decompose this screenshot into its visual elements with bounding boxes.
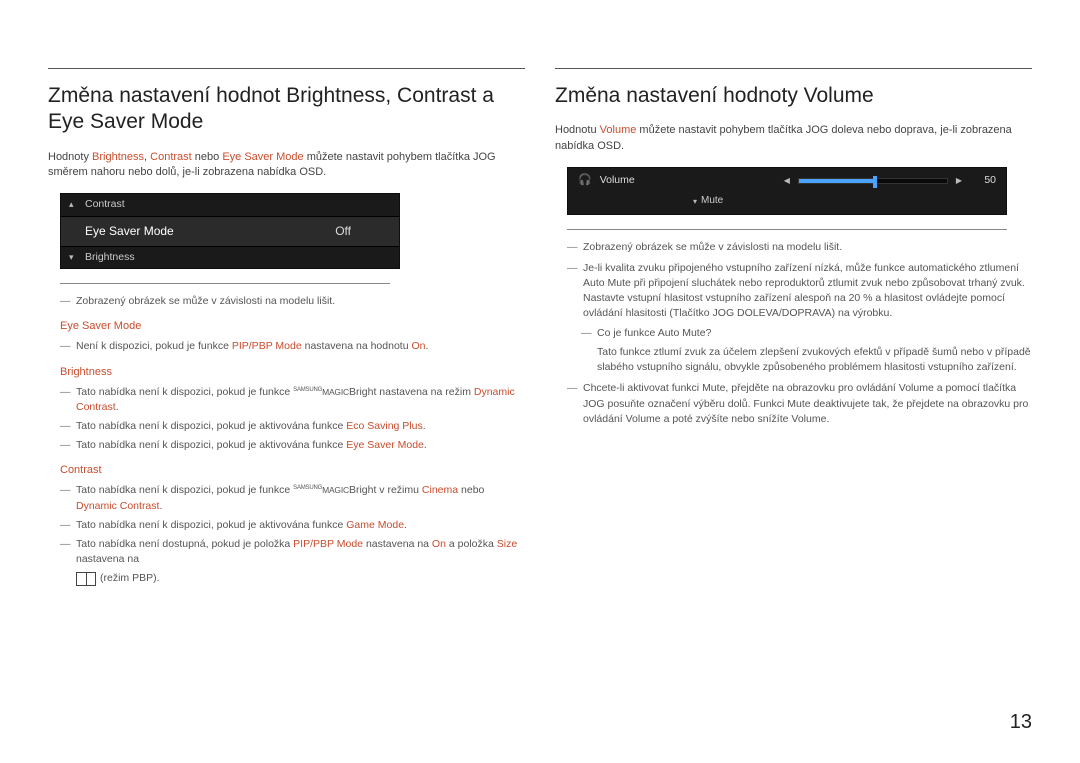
osd-label: Eye Saver Mode (85, 223, 335, 240)
intro-paragraph: Hodnoty Brightness, Contrast nebo Eye Sa… (48, 150, 525, 182)
headphones-icon: 🎧 (578, 173, 592, 189)
osd-volume-box: 🎧 Volume ◀ ▶ 50 ▾ Mute (567, 167, 1007, 214)
section-title-left: Změna nastavení hodnot Brightness, Contr… (48, 83, 525, 136)
triangle-down-icon: ▾ (693, 196, 697, 208)
left-column: Změna nastavení hodnot Brightness, Contr… (48, 18, 525, 587)
bullet-item: Je-li kvalita zvuku připojeného vstupníh… (555, 261, 1032, 322)
subhead-eyesaver: Eye Saver Mode (60, 319, 525, 335)
mute-row: ▾ Mute (568, 194, 1006, 214)
chevron-down-icon: ▾ (69, 251, 85, 264)
osd-preview-box: ▴ Contrast Eye Saver Mode Off ▾ Brightne… (60, 193, 400, 269)
right-column: Změna nastavení hodnoty Volume Hodnotu V… (555, 18, 1032, 587)
osd-value: Off (335, 223, 351, 240)
divider (555, 68, 1032, 69)
pbp-icon (76, 572, 96, 586)
pbp-label: (režim PBP). (100, 571, 160, 586)
bullet-item: Není k dispozici, pokud je funkce PIP/PB… (48, 339, 525, 354)
page-number: 13 (1010, 708, 1032, 737)
triangle-right-icon: ▶ (956, 175, 962, 187)
chevron-up-icon: ▴ (69, 198, 85, 211)
osd-label: Contrast (85, 197, 391, 212)
subhead-contrast: Contrast (60, 463, 525, 479)
divider (48, 68, 525, 69)
volume-value: 50 (970, 173, 996, 188)
bullet-item: Tato nabídka není k dispozici, pokud je … (48, 518, 525, 533)
bullet-item: Chcete-li aktivovat funkci Mute, přejdět… (555, 381, 1032, 427)
osd-row-contrast: ▴ Contrast (61, 194, 399, 216)
sub-answer: Tato funkce ztlumí zvuk za účelem zlepše… (555, 345, 1032, 375)
disclaimer-note: Zobrazený obrázek se může v závislosti n… (48, 294, 525, 309)
osd-label: Brightness (85, 250, 391, 265)
bullet-item: Tato nabídka není dostupná, pokud je pol… (48, 537, 525, 567)
volume-label: Volume (600, 173, 635, 188)
divider (60, 283, 390, 284)
divider (567, 229, 1007, 230)
pbp-mode-line: (režim PBP). (48, 571, 525, 586)
sub-question: Co je funkce Auto Mute? (555, 326, 1032, 341)
mute-label: Mute (701, 194, 723, 209)
triangle-left-icon: ◀ (784, 175, 790, 187)
subhead-brightness: Brightness (60, 365, 525, 381)
disclaimer-note: Zobrazený obrázek se může v závislosti n… (555, 240, 1032, 255)
osd-row-eyesaver: Eye Saver Mode Off (61, 217, 399, 247)
intro-paragraph: Hodnotu Volume můžete nastavit pohybem t… (555, 123, 1032, 155)
bullet-item: Tato nabídka není k dispozici, pokud je … (48, 419, 525, 434)
volume-slider (798, 178, 948, 184)
section-title-right: Změna nastavení hodnoty Volume (555, 83, 1032, 109)
bullet-item: Tato nabídka není k dispozici, pokud je … (48, 483, 525, 513)
bullet-item: Tato nabídka není k dispozici, pokud je … (48, 438, 525, 453)
bullet-item: Tato nabídka není k dispozici, pokud je … (48, 385, 525, 415)
osd-row-brightness: ▾ Brightness (61, 247, 399, 268)
volume-row: 🎧 Volume ◀ ▶ 50 (568, 168, 1006, 194)
